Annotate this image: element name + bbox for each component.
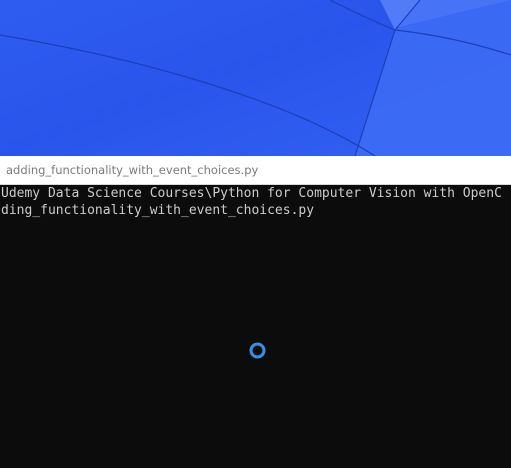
window-title: adding_functionality_with_event_choices.… xyxy=(6,163,259,177)
busy-spinner-icon xyxy=(248,341,267,360)
console-window-titlebar[interactable]: adding_functionality_with_event_choices.… xyxy=(0,156,511,185)
desktop-wallpaper xyxy=(0,0,511,156)
console-line: Udemy Data Science Courses\Python for Co… xyxy=(1,186,502,201)
console-output-area[interactable]: Udemy Data Science Courses\Python for Co… xyxy=(0,185,511,468)
console-line: ding_functionality_with_event_choices.py xyxy=(1,203,315,218)
wallpaper-graphic xyxy=(0,0,511,156)
